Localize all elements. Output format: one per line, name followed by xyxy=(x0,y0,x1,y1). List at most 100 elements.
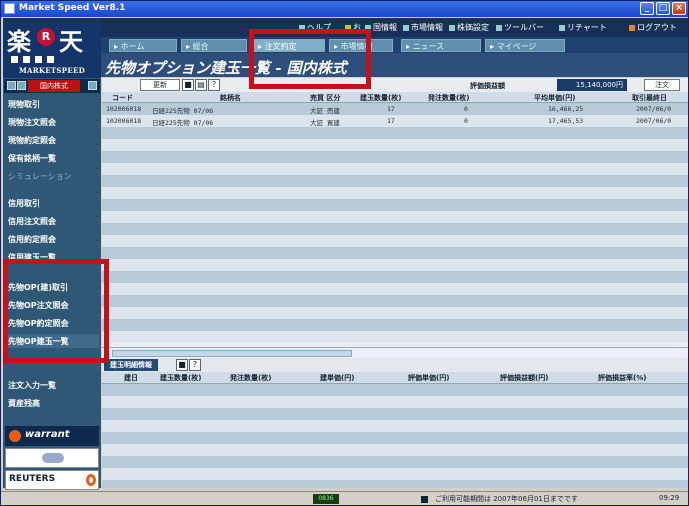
table-row[interactable] xyxy=(102,187,688,199)
table-row[interactable] xyxy=(102,444,688,456)
logo-square-icon xyxy=(35,56,42,63)
col-order-qty[interactable]: 発注数量(枚) xyxy=(230,373,271,383)
table-row[interactable] xyxy=(102,235,688,247)
market-selector[interactable]: 国内株式 xyxy=(4,79,100,93)
table-row[interactable] xyxy=(102,384,688,396)
nav-next-icon[interactable] xyxy=(17,81,26,90)
table-row[interactable] xyxy=(102,432,688,444)
sidebar-item-margin-execution-inquiry[interactable]: 信用約定照会 xyxy=(5,232,99,246)
col-name[interactable]: 銘柄名 xyxy=(220,93,241,103)
cell-position-qty: 17 xyxy=(387,105,395,113)
menu-toolbar[interactable]: ツールバー xyxy=(496,22,544,33)
col-eval-price[interactable]: 評価単価(円) xyxy=(408,373,449,383)
table-row[interactable] xyxy=(102,139,688,151)
table-row[interactable] xyxy=(102,127,688,139)
table-row[interactable] xyxy=(102,175,688,187)
help-icon[interactable]: ? xyxy=(208,79,220,91)
sidebar-item-cash-trading[interactable]: 現物取引 xyxy=(5,97,99,111)
sidebar-item-cash-order-inquiry[interactable]: 現物注文照会 xyxy=(5,115,99,129)
tab-news[interactable]: ニュース xyxy=(401,39,481,52)
sidebar-item-margin-trading[interactable]: 信用取引 xyxy=(5,196,99,210)
table-row[interactable] xyxy=(102,420,688,432)
order-button[interactable]: 注文 xyxy=(644,79,680,91)
table-row[interactable] xyxy=(102,295,688,307)
minimize-button[interactable]: _ xyxy=(640,2,654,15)
table-row[interactable] xyxy=(102,211,688,223)
table-row[interactable] xyxy=(102,331,688,343)
cell-code: 102006018 xyxy=(106,105,142,113)
table-row[interactable] xyxy=(102,247,688,259)
table-row[interactable]: 102006018 日経225先物 07/06 大証 売建 17 0 16,46… xyxy=(102,105,688,115)
col-open-date[interactable]: 建日 xyxy=(124,373,138,383)
col-position-qty[interactable]: 建玉数量(枚) xyxy=(160,373,201,383)
save-icon[interactable]: ■ xyxy=(176,359,188,371)
menu-chart[interactable]: リチャート xyxy=(559,22,607,33)
sidebar-item-cash-execution-inquiry[interactable]: 現物約定照会 xyxy=(5,133,99,147)
print-icon[interactable]: ▤ xyxy=(195,79,207,91)
table-row[interactable] xyxy=(102,307,688,319)
col-eval-pl-rate[interactable]: 評価損益率(%) xyxy=(598,373,646,383)
table-row[interactable] xyxy=(102,283,688,295)
col-position-qty[interactable]: 建玉数量(枚) xyxy=(360,93,401,103)
logo-square-icon xyxy=(23,56,30,63)
sidebar-item-asset-balance[interactable]: 資産残高 xyxy=(5,396,99,410)
sidebar-item-order-entry-list[interactable]: 注文入力一覧 xyxy=(5,378,99,392)
help-icon[interactable]: ? xyxy=(189,359,201,371)
col-order-qty[interactable]: 発注数量(枚) xyxy=(428,93,469,103)
table-row[interactable] xyxy=(102,408,688,420)
tab-overview[interactable]: 総合 xyxy=(181,39,247,52)
cell-avg-price: 16,466,25 xyxy=(548,105,584,113)
sidebar-item-simulation[interactable]: シミュレーション xyxy=(5,169,99,183)
tab-home[interactable]: ホーム xyxy=(109,39,177,52)
detail-pane-header: 建玉明細情報 ■ ? xyxy=(102,358,688,372)
window-title: Market Speed Ver8.1 xyxy=(19,3,126,13)
table-row[interactable] xyxy=(102,151,688,163)
warrant-banner[interactable]: warrant xyxy=(5,426,99,446)
col-avg-price[interactable]: 平均単価(円) xyxy=(534,93,575,103)
page-header: 先物オプション建玉一覧 ‐ 国内株式 xyxy=(101,53,688,77)
col-eval-pl[interactable]: 評価損益額(円) xyxy=(500,373,548,383)
table-row[interactable] xyxy=(102,199,688,211)
col-last-day[interactable]: 取引最終日 xyxy=(632,93,667,103)
table-row[interactable] xyxy=(102,163,688,175)
cell-order-qty: 0 xyxy=(464,105,468,113)
reuters-banner[interactable]: REUTERS xyxy=(5,470,99,490)
sidebar-item-holdings-list[interactable]: 保有銘柄一覧 xyxy=(5,151,99,165)
summary-label: 評価損益額 xyxy=(470,82,505,90)
save-icon[interactable]: ■ xyxy=(182,79,194,91)
col-side[interactable]: 売買 区分 xyxy=(310,93,340,103)
sponsor-banner[interactable] xyxy=(5,448,99,468)
table-row[interactable] xyxy=(102,456,688,468)
table-row[interactable] xyxy=(102,319,688,331)
col-open-price[interactable]: 建単価(円) xyxy=(320,373,354,383)
tab-my-page[interactable]: マイページ xyxy=(485,39,565,52)
horizontal-scrollbar[interactable] xyxy=(102,347,688,358)
menu-market-info[interactable]: 市場情報 xyxy=(403,22,443,33)
nav-prev-icon[interactable] xyxy=(7,81,16,90)
close-button[interactable]: × xyxy=(672,2,686,15)
table-row[interactable] xyxy=(102,271,688,283)
positions-table: コード 銘柄名 売買 区分 建玉数量(枚) 発注数量(枚) 平均単価(円) 取引… xyxy=(102,92,688,347)
menu-price-settings[interactable]: 株価設定 xyxy=(449,22,489,33)
app-icon xyxy=(4,3,15,14)
market-speed-label: MARKETSPEED xyxy=(19,66,85,75)
cell-code: 102006018 xyxy=(106,117,142,125)
table-row[interactable]: 102006018 日経225先物 07/06 大証 買建 17 0 17,46… xyxy=(102,117,688,127)
dropdown-icon[interactable] xyxy=(88,81,97,90)
col-code[interactable]: コード xyxy=(112,93,133,103)
scrollbar-thumb[interactable] xyxy=(112,350,352,357)
table-row[interactable] xyxy=(102,480,688,488)
logo-raku-glyph: 楽 xyxy=(7,27,31,56)
table-row[interactable] xyxy=(102,223,688,235)
update-button[interactable]: 更新 xyxy=(140,79,180,91)
sidebar-item-margin-order-inquiry[interactable]: 信用注文照会 xyxy=(5,214,99,228)
logout-button[interactable]: ログアウト xyxy=(629,22,677,33)
table-row[interactable] xyxy=(102,259,688,271)
market-select-label[interactable]: 国内株式 xyxy=(28,80,80,92)
table-row[interactable] xyxy=(102,468,688,480)
maximize-button[interactable]: □ xyxy=(656,2,670,15)
highlight-box-sidebar xyxy=(3,259,109,363)
logo-ten-glyph: 天 xyxy=(59,27,83,56)
reuters-label: REUTERS xyxy=(9,474,56,484)
table-row[interactable] xyxy=(102,396,688,408)
